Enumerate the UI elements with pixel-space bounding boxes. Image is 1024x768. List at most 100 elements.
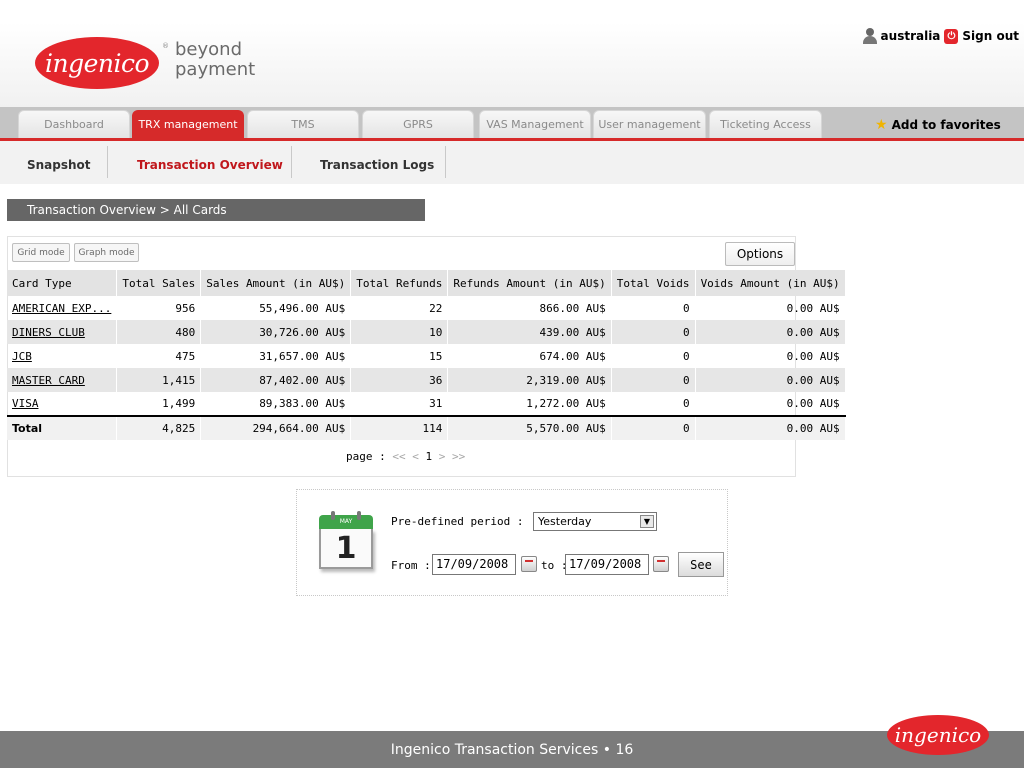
total-refunds-amount: 5,570.00 AU$ <box>447 415 612 440</box>
user-name: australia <box>880 29 941 43</box>
subnav-divider <box>107 146 108 178</box>
card-type-link[interactable]: JCB <box>12 350 32 363</box>
grid-mode-button[interactable]: Grid mode <box>12 243 70 262</box>
pager-next[interactable]: > <box>439 450 446 463</box>
footer-logo-text: ingenico <box>894 723 982 747</box>
date-picker-icon[interactable] <box>653 556 669 572</box>
subnav-divider <box>291 146 292 178</box>
pagination: page : << < 1 > >> <box>346 450 465 463</box>
pager-label: page : <box>346 450 386 463</box>
tab-trx-management[interactable]: TRX management <box>132 110 244 138</box>
col-total-refunds[interactable]: Total Refunds <box>350 270 449 296</box>
page: ingenico ® beyond payment australia ⏻ Si… <box>0 0 1024 768</box>
ingenico-logo[interactable]: ingenico <box>35 37 159 89</box>
app-header: ingenico ® beyond payment australia ⏻ Si… <box>0 22 1024 107</box>
cell-card-type[interactable]: JCB <box>7 344 118 368</box>
card-type-link[interactable]: VISA <box>12 397 39 410</box>
card-type-link[interactable]: DINERS CLUB <box>12 326 85 339</box>
total-voids: 0 <box>611 415 696 440</box>
cell-total-voids: 0 <box>611 368 696 392</box>
col-sales-amount[interactable]: Sales Amount (in AU$) <box>200 270 352 296</box>
see-button[interactable]: See <box>678 552 724 577</box>
tab-ticketing-access[interactable]: Ticketing Access <box>709 110 822 138</box>
card-overview-table: Card Type Total Sales Sales Amount (in A… <box>7 270 846 440</box>
calendar-icon: MAY 1 <box>317 511 375 573</box>
predefined-period-value: Yesterday <box>538 515 592 528</box>
predefined-period-label: Pre-defined period : <box>391 515 524 528</box>
pager-last[interactable]: >> <box>452 450 465 463</box>
table-total-row: Total 4,825 294,664.00 AU$ 114 5,570.00 … <box>7 415 846 440</box>
total-sales: 4,825 <box>116 415 202 440</box>
cell-total-refunds: 10 <box>350 320 449 344</box>
graph-mode-button[interactable]: Graph mode <box>74 243 139 262</box>
pager-current[interactable]: 1 <box>426 450 433 463</box>
total-voids-amount: 0.00 AU$ <box>695 415 846 440</box>
cell-total-voids: 0 <box>611 344 696 368</box>
pager-first[interactable]: << <box>392 450 405 463</box>
cell-total-refunds: 31 <box>350 392 449 416</box>
subnav-divider <box>445 146 446 178</box>
predefined-period-select[interactable]: Yesterday ▼ <box>533 512 657 531</box>
cell-sales-amount: 87,402.00 AU$ <box>200 368 352 392</box>
cell-refunds-amount: 2,319.00 AU$ <box>447 368 612 392</box>
tab-dashboard[interactable]: Dashboard <box>18 110 130 138</box>
footer-logo: ingenico <box>887 715 989 755</box>
dropdown-arrow-icon[interactable]: ▼ <box>640 515 654 528</box>
cell-card-type[interactable]: VISA <box>7 392 118 416</box>
to-date-input[interactable]: 17/09/2008 <box>565 554 649 575</box>
cell-sales-amount: 55,496.00 AU$ <box>200 296 352 320</box>
subnav-transaction-overview[interactable]: Transaction Overview <box>137 158 283 172</box>
col-card-type[interactable]: Card Type <box>7 270 118 296</box>
table-header-row: Card Type Total Sales Sales Amount (in A… <box>7 270 846 296</box>
cell-sales-amount: 30,726.00 AU$ <box>200 320 352 344</box>
col-refunds-amount[interactable]: Refunds Amount (in AU$) <box>447 270 612 296</box>
cell-total-refunds: 22 <box>350 296 449 320</box>
cell-card-type[interactable]: DINERS CLUB <box>7 320 118 344</box>
from-date-input[interactable]: 17/09/2008 <box>432 554 516 575</box>
cell-card-type[interactable]: MASTER CARD <box>7 368 118 392</box>
col-total-voids[interactable]: Total Voids <box>611 270 696 296</box>
col-total-sales[interactable]: Total Sales <box>116 270 202 296</box>
tagline-line1: beyond <box>175 39 242 60</box>
total-refunds: 114 <box>350 415 449 440</box>
col-voids-amount[interactable]: Voids Amount (in AU$) <box>695 270 846 296</box>
from-label: From : <box>391 559 431 572</box>
card-type-link[interactable]: AMERICAN EXP... <box>12 302 111 315</box>
cell-refunds-amount: 439.00 AU$ <box>447 320 612 344</box>
cell-voids-amount: 0.00 AU$ <box>695 296 846 320</box>
pager-prev[interactable]: < <box>412 450 419 463</box>
tab-tms[interactable]: TMS <box>247 110 359 138</box>
calendar-ring <box>331 511 335 520</box>
cell-voids-amount: 0.00 AU$ <box>695 320 846 344</box>
tab-user-management[interactable]: User management <box>593 110 706 138</box>
subnav-transaction-logs[interactable]: Transaction Logs <box>320 158 434 172</box>
cell-refunds-amount: 674.00 AU$ <box>447 344 612 368</box>
cell-total-voids: 0 <box>611 296 696 320</box>
user-icon <box>862 28 877 44</box>
signout-link[interactable]: Sign out <box>962 29 1019 43</box>
date-picker-icon[interactable] <box>521 556 537 572</box>
to-label: to : <box>541 559 568 572</box>
table-row: MASTER CARD 1,415 87,402.00 AU$ 36 2,319… <box>7 368 846 392</box>
tab-gprs[interactable]: GPRS <box>362 110 474 138</box>
cell-total-sales: 1,499 <box>116 392 202 416</box>
cell-total-refunds: 15 <box>350 344 449 368</box>
options-button[interactable]: Options <box>725 242 795 266</box>
breadcrumb: Transaction Overview > All Cards <box>7 199 425 221</box>
favorites-label: Add to favorites <box>891 118 1001 132</box>
logo-text: ingenico <box>44 48 150 78</box>
cell-refunds-amount: 1,272.00 AU$ <box>447 392 612 416</box>
user-bar: australia ⏻ Sign out <box>862 28 1019 44</box>
calendar-month: MAY <box>319 515 373 529</box>
tab-vas-management[interactable]: VAS Management <box>479 110 591 138</box>
card-type-link[interactable]: MASTER CARD <box>12 374 85 387</box>
signout-icon[interactable]: ⏻ <box>944 28 959 44</box>
footer: Ingenico Transaction Services • 16 <box>0 731 1024 768</box>
add-to-favorites[interactable]: ★ Add to favorites <box>875 117 1001 133</box>
period-selector: MAY 1 Pre-defined period : Yesterday ▼ F… <box>296 489 728 596</box>
table-row: AMERICAN EXP... 956 55,496.00 AU$ 22 866… <box>7 296 846 320</box>
subnav-snapshot[interactable]: Snapshot <box>27 158 91 172</box>
cell-card-type[interactable]: AMERICAN EXP... <box>7 296 118 320</box>
footer-text: Ingenico Transaction Services • 16 <box>390 741 634 758</box>
cell-voids-amount: 0.00 AU$ <box>695 368 846 392</box>
